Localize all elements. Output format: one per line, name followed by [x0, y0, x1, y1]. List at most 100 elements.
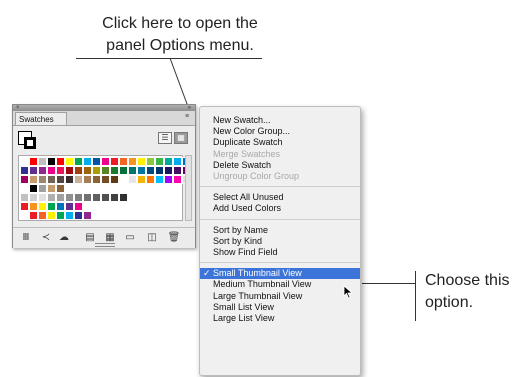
swatch[interactable] — [146, 166, 155, 175]
swatch[interactable] — [56, 202, 65, 211]
fill-stroke-proxy[interactable] — [18, 131, 38, 151]
kind-menu-icon[interactable]: ≺ — [39, 232, 53, 244]
swatch[interactable] — [137, 157, 146, 166]
menu-item-show-find-field[interactable]: Show Find Field — [200, 247, 360, 258]
swatch[interactable] — [74, 202, 83, 211]
swatch[interactable] — [128, 157, 137, 166]
stroke-swatch[interactable] — [24, 137, 36, 149]
swatch[interactable] — [29, 166, 38, 175]
swatch[interactable] — [128, 166, 137, 175]
swatch[interactable] — [119, 157, 128, 166]
swatch[interactable] — [29, 157, 38, 166]
swatch[interactable] — [83, 166, 92, 175]
panel-options-menu-button[interactable]: ≡ — [182, 113, 192, 121]
swatch[interactable] — [29, 175, 38, 184]
swatch[interactable] — [146, 175, 155, 184]
menu-item-new-swatch[interactable]: New Swatch... — [200, 115, 360, 126]
swatch[interactable] — [74, 211, 83, 220]
swatch[interactable] — [110, 175, 119, 184]
swatch[interactable] — [20, 202, 29, 211]
swatch[interactable] — [83, 202, 92, 211]
list-view-icon[interactable]: ☰ — [158, 132, 172, 144]
swatch[interactable] — [38, 184, 47, 193]
swatch[interactable] — [155, 175, 164, 184]
swatch[interactable] — [65, 175, 74, 184]
swatch[interactable] — [56, 184, 65, 193]
swatch[interactable] — [56, 157, 65, 166]
menu-item-select-all-unused[interactable]: Select All Unused — [200, 192, 360, 203]
swatch[interactable] — [83, 211, 92, 220]
swatch[interactable] — [101, 175, 110, 184]
swatch[interactable] — [83, 157, 92, 166]
swatch[interactable] — [119, 166, 128, 175]
swatch[interactable] — [56, 193, 65, 202]
menu-item-sort-by-kind[interactable]: Sort by Kind — [200, 236, 360, 247]
swatch[interactable] — [92, 166, 101, 175]
collapse-icon[interactable]: » — [188, 105, 191, 111]
swatch[interactable] — [164, 157, 173, 166]
tab-swatches[interactable]: Swatches — [15, 112, 67, 125]
swatch[interactable] — [74, 166, 83, 175]
swatch[interactable] — [155, 166, 164, 175]
swatch[interactable] — [20, 175, 29, 184]
swatch[interactable] — [47, 202, 56, 211]
resize-grip[interactable] — [95, 243, 115, 247]
swatch[interactable] — [38, 175, 47, 184]
swatch[interactable] — [101, 193, 110, 202]
swatch[interactable] — [173, 166, 182, 175]
swatch[interactable] — [56, 175, 65, 184]
swatch[interactable] — [38, 166, 47, 175]
swatch[interactable] — [38, 193, 47, 202]
swatch[interactable] — [128, 175, 137, 184]
menu-item-small-list-view[interactable]: Small List View — [200, 302, 360, 313]
menu-item-medium-thumbnail-view[interactable]: Medium Thumbnail View — [200, 279, 360, 290]
swatch[interactable] — [92, 175, 101, 184]
swatch[interactable] — [65, 211, 74, 220]
swatch[interactable] — [20, 157, 29, 166]
swatch[interactable] — [101, 166, 110, 175]
swatch[interactable] — [47, 184, 56, 193]
swatch[interactable] — [47, 166, 56, 175]
menu-item-small-thumbnail-view[interactable]: ✓ Small Thumbnail View — [200, 268, 360, 280]
swatch[interactable] — [164, 166, 173, 175]
cc-libraries-icon[interactable]: ☁ — [57, 232, 71, 244]
swatch[interactable] — [38, 157, 47, 166]
swatch[interactable] — [119, 175, 128, 184]
thumbnail-view-icon[interactable]: ▦ — [174, 132, 188, 144]
menu-item-add-used-colors[interactable]: Add Used Colors — [200, 203, 360, 214]
swatch-scrollbar[interactable] — [185, 155, 192, 221]
swatch[interactable] — [65, 193, 74, 202]
swatch[interactable] — [29, 193, 38, 202]
swatch[interactable] — [110, 193, 119, 202]
swatch[interactable] — [173, 175, 182, 184]
swatch[interactable] — [29, 211, 38, 220]
swatch-grid[interactable] — [18, 155, 191, 221]
swatch[interactable] — [74, 193, 83, 202]
swatch[interactable] — [47, 157, 56, 166]
menu-item-delete-swatch[interactable]: Delete Swatch — [200, 160, 360, 171]
delete-swatch-icon[interactable]: 🗑 — [167, 232, 181, 244]
swatch[interactable] — [47, 175, 56, 184]
new-swatch-icon[interactable]: ◫ — [145, 232, 159, 244]
swatch[interactable] — [110, 166, 119, 175]
menu-item-large-thumbnail-view[interactable]: Large Thumbnail View — [200, 291, 360, 302]
swatch[interactable] — [146, 157, 155, 166]
swatch[interactable] — [47, 193, 56, 202]
swatch[interactable] — [20, 166, 29, 175]
swatch[interactable] — [110, 157, 119, 166]
swatch[interactable] — [92, 193, 101, 202]
swatch[interactable] — [173, 157, 182, 166]
swatch[interactable] — [119, 193, 128, 202]
menu-item-new-color-group[interactable]: New Color Group... — [200, 126, 360, 137]
swatch[interactable] — [137, 166, 146, 175]
swatch[interactable] — [56, 211, 65, 220]
new-color-group-icon[interactable]: ▭ — [123, 232, 137, 244]
swatch[interactable] — [29, 202, 38, 211]
swatch[interactable] — [47, 211, 56, 220]
swatch[interactable] — [38, 202, 47, 211]
swatch[interactable] — [20, 184, 29, 193]
swatch[interactable] — [92, 157, 101, 166]
menu-item-duplicate-swatch[interactable]: Duplicate Swatch — [200, 137, 360, 148]
swatch[interactable] — [65, 202, 74, 211]
swatch[interactable] — [83, 193, 92, 202]
